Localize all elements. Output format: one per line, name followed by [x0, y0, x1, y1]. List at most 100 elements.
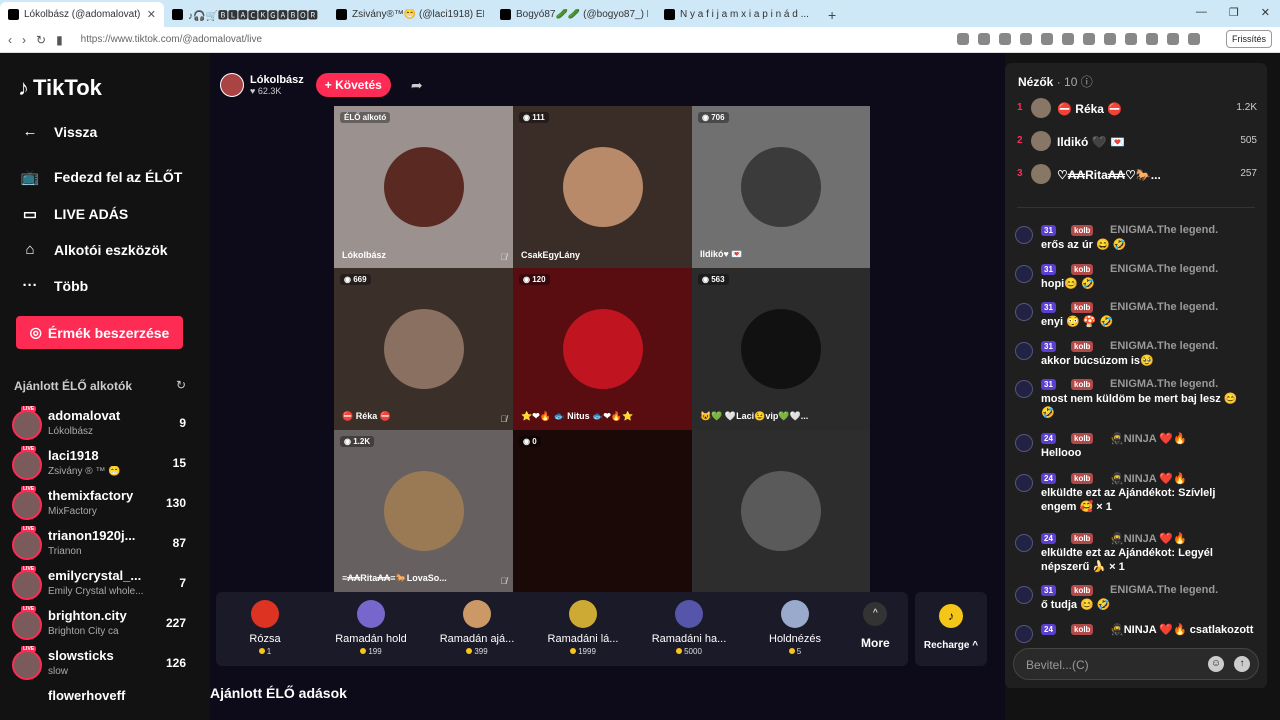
host-name[interactable]: Lókolbász: [250, 74, 304, 86]
avatar[interactable]: [1015, 265, 1033, 283]
host-avatar[interactable]: [220, 73, 244, 97]
tiktok-favicon-icon: [8, 9, 19, 20]
emoji-icon[interactable]: ☺: [1208, 656, 1224, 672]
browser-tab[interactable]: N y a f i j a m x i a p i n á d ...: [656, 2, 820, 27]
creator-item[interactable]: LIVE trianon1920j... Trianon 87: [12, 526, 192, 564]
gift-item[interactable]: Ramadáni ha... 5000: [644, 600, 734, 656]
guest-avatar: [741, 147, 821, 227]
refresh-icon[interactable]: ↻: [176, 378, 186, 392]
muted-mic-icon: 🎙̸: [500, 414, 507, 424]
gift-item[interactable]: Rózsa 1: [220, 600, 310, 656]
nav-explore-live[interactable]: 📺 Fedezd fel az ÉLŐT: [20, 168, 183, 186]
guest-cell[interactable]: ◉ 706 Ildikó♥ 💌: [692, 106, 870, 268]
creator-item[interactable]: LIVE emilycrystal_... Emily Crystal whol…: [12, 566, 192, 604]
guest-cell[interactable]: ◉ 1.2K ≡₳₳Rita₳₳≡🐎LovaSo... 🎙̸: [334, 430, 513, 592]
reload-icon[interactable]: ↻: [36, 33, 46, 47]
guest-cell[interactable]: ◉ 563 😺💚 🤍Laci😉vip💚🤍...: [692, 268, 870, 430]
gift-item[interactable]: Ramadán ajá... 399: [432, 600, 522, 656]
guest-cell[interactable]: ◉ 111 CsakEgyLány: [513, 106, 692, 268]
extension-icon[interactable]: [1041, 33, 1053, 45]
extension-icon[interactable]: [1167, 33, 1179, 45]
creator-item[interactable]: LIVE themixfactory MixFactory 130: [12, 486, 192, 524]
gift-item[interactable]: Ramadán hold 199: [326, 600, 416, 656]
tab-title: Bogyó87🥒🥒 (@bogyo87_) ÉLŐ a...: [516, 9, 648, 20]
extension-icon[interactable]: [999, 33, 1011, 45]
creator-nickname: Brighton City ca: [48, 626, 119, 637]
creator-name: laci1918: [48, 448, 99, 463]
coin-icon: ♪: [939, 604, 963, 628]
close-window-icon[interactable]: ✕: [1261, 6, 1270, 19]
back-icon[interactable]: ‹: [8, 33, 12, 47]
avatar: [12, 570, 42, 600]
chat-input[interactable]: Bevitel...(C) ☺ ↑: [1013, 648, 1259, 680]
nav-go-live[interactable]: ▭ LIVE ADÁS: [20, 205, 128, 223]
avatar: [12, 410, 42, 440]
top-viewer-row[interactable]: 1 ⛔ Réka ⛔ 1.2K: [1017, 98, 1257, 120]
nav-creator-tools[interactable]: ⌂ Alkotói eszközök: [20, 241, 167, 258]
avatar[interactable]: [1015, 342, 1033, 360]
avatar[interactable]: [1015, 303, 1033, 321]
minimize-icon[interactable]: —: [1196, 6, 1207, 19]
browser-tab[interactable]: ♪🎧🛒🅱🅻🅰🅲🅺🅶🅰🅱🅾🆁 (@gabor...: [164, 2, 328, 27]
gift-item[interactable]: Holdnézés 5: [750, 600, 840, 656]
nav-back[interactable]: ← Vissza: [20, 123, 98, 140]
extension-icon[interactable]: [1104, 33, 1116, 45]
extension-icon[interactable]: [1062, 33, 1074, 45]
url-field[interactable]: https://www.tiktok.com/@adomalovat/live: [81, 34, 262, 45]
avatar[interactable]: [1015, 434, 1033, 452]
extension-icon[interactable]: [978, 33, 990, 45]
avatar[interactable]: [1015, 586, 1033, 604]
extension-icon[interactable]: [957, 33, 969, 45]
nav-more[interactable]: ··· Több: [20, 277, 89, 294]
share-icon[interactable]: ➦: [411, 77, 423, 94]
recharge-button[interactable]: ♪ Recharge ^: [915, 592, 987, 666]
avatar[interactable]: [1015, 226, 1033, 244]
get-coins-button[interactable]: ◎ Érmék beszerzése: [16, 316, 183, 349]
tiktok-logo[interactable]: ♪ TikTok: [18, 75, 102, 101]
guest-badge: ◉ 669: [340, 274, 371, 285]
guest-cell[interactable]: ◉ 120 ⭐❤🔥 🐟 Nitus 🐟❤🔥⭐: [513, 268, 692, 430]
creator-item[interactable]: LIVE brighton.city Brighton City ca 227: [12, 606, 192, 644]
guest-name: ⭐❤🔥 🐟 Nitus 🐟❤🔥⭐: [521, 411, 634, 421]
telescope-gift-icon: [781, 600, 809, 628]
gift-icon: [1015, 534, 1033, 552]
browser-tab[interactable]: Bogyó87🥒🥒 (@bogyo87_) ÉLŐ a...: [492, 2, 656, 27]
avatar[interactable]: [1015, 380, 1033, 398]
guest-cell[interactable]: ÉLŐ alkotó Lókolbász 🎙̸: [334, 106, 513, 268]
empty-guest-slot[interactable]: [692, 430, 870, 592]
send-icon[interactable]: ↑: [1234, 656, 1250, 672]
rose-gift-icon: [251, 600, 279, 628]
guest-cell[interactable]: ◉ 0: [513, 430, 692, 592]
close-tab-icon[interactable]: ✕: [147, 8, 156, 21]
chat-panel: Nézők · 10 ⓘ 1 ⛔ Réka ⛔ 1.2K 2 Ildikó 🖤 💌…: [1005, 63, 1267, 688]
new-tab-button[interactable]: +: [820, 2, 844, 27]
guest-cell[interactable]: ◉ 669 ⛔ Réka ⛔ 🎙̸: [334, 268, 513, 430]
extension-icon[interactable]: [1020, 33, 1032, 45]
tiktok-favicon-icon: [664, 9, 675, 20]
viewer-count: 126: [165, 656, 186, 670]
guest-badge: ◉ 0: [519, 436, 541, 447]
creator-item[interactable]: LIVE laci1918 Zsivány ® ™ 😁 15: [12, 446, 192, 484]
extension-icon[interactable]: [1188, 33, 1200, 45]
browser-tab[interactable]: Zsivány®™😁 (@laci1918) ÉLŐ adás: [328, 2, 492, 27]
creator-item[interactable]: flowerhoveff: [12, 688, 192, 718]
gift-item[interactable]: Ramadáni lá... 1999: [538, 600, 628, 656]
top-viewer-row[interactable]: 3 ♡₳₳Rita₳₳♡🐎... 257: [1017, 164, 1257, 186]
top-viewer-row[interactable]: 2 Ildikó 🖤 💌 505: [1017, 131, 1257, 153]
extension-icon[interactable]: [1083, 33, 1095, 45]
info-icon[interactable]: ⓘ: [1081, 75, 1093, 89]
bookmark-icon[interactable]: ▮: [56, 33, 63, 47]
follow-button[interactable]: + Követés: [315, 73, 391, 97]
refresh-button[interactable]: Frissítés: [1225, 30, 1272, 48]
window-controls: — ❐ ✕: [1196, 6, 1270, 19]
forward-icon[interactable]: ›: [22, 33, 26, 47]
extension-icon[interactable]: [1125, 33, 1137, 45]
tab-title: Zsivány®™😁 (@laci1918) ÉLŐ adás: [352, 9, 484, 20]
extension-icon[interactable]: [1146, 33, 1158, 45]
creator-item[interactable]: LIVE adomalovat Lókolbász 9: [12, 406, 192, 444]
browser-tab-active[interactable]: Lókolbász (@adomalovat) Él... ✕: [0, 2, 164, 27]
maximize-icon[interactable]: ❐: [1229, 6, 1239, 19]
creator-item[interactable]: LIVE slowsticks slow 126: [12, 646, 192, 684]
creator-nickname: Emily Crystal whole...: [48, 586, 144, 597]
more-gifts-button[interactable]: ^ More: [861, 602, 890, 650]
